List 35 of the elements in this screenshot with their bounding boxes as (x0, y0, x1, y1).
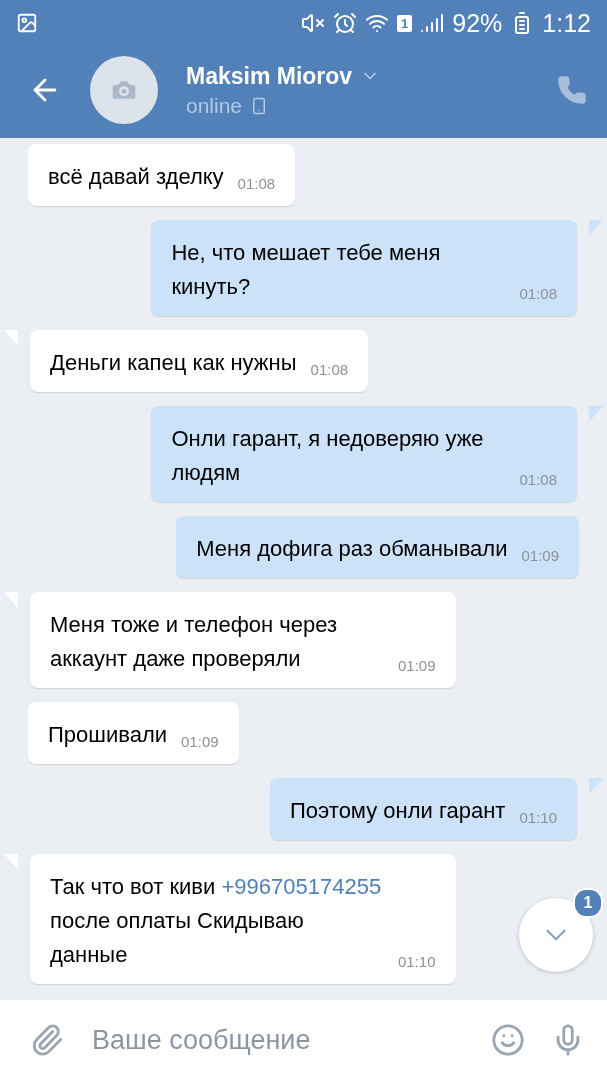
gallery-icon (16, 12, 38, 34)
unread-badge: 1 (573, 888, 603, 918)
message-time: 01:09 (181, 733, 219, 752)
message-text: всё давай зделку (48, 163, 224, 191)
message-time: 01:08 (519, 285, 557, 304)
battery-percent: 92% (452, 8, 503, 38)
online-status: online (186, 93, 243, 118)
scroll-down-button[interactable] (519, 898, 593, 972)
message-text: Меня тоже и телефон через аккаунт даже проверяли (50, 611, 339, 673)
message-time: 01:08 (310, 361, 349, 380)
message-text: Поэтому онли гарант (290, 797, 506, 825)
message-time: 01:10 (398, 953, 436, 972)
call-icon[interactable] (557, 75, 587, 105)
message-text: Деньги капец как нужны (50, 349, 297, 377)
message-text: Не, что мешает тебе меня кинуть? (171, 239, 442, 301)
message-text: Меня дофига раз обманывали (196, 535, 508, 563)
message-text: Прошивали (48, 721, 168, 749)
message-time: 01:09 (521, 547, 559, 566)
clock: 1:12 (542, 8, 591, 38)
signal-icon (420, 11, 445, 35)
message-field[interactable]: Ваше сообщение (90, 1023, 465, 1057)
message-time: 01:08 (237, 175, 276, 194)
message-composer[interactable]: Ваше сообщение (0, 1000, 607, 1080)
mute-icon (301, 11, 326, 35)
message-text: Так что вот киви +996705174255 после оплаты Скидываю данные (50, 873, 383, 969)
phone-link[interactable]: +996705174255 (221, 874, 382, 899)
contact-name[interactable]: Maksim Miorov (186, 62, 353, 90)
message-text: Онли гарант, я недоверяю уже людям (171, 425, 485, 487)
message-time: 01:09 (398, 657, 436, 676)
emoji-icon[interactable] (491, 1023, 525, 1057)
sim-label: 1 (397, 14, 413, 32)
message-time: 01:10 (519, 809, 557, 828)
alarm-icon (333, 11, 358, 35)
attach-icon[interactable] (30, 1023, 64, 1057)
message-time: 01:08 (519, 471, 557, 490)
